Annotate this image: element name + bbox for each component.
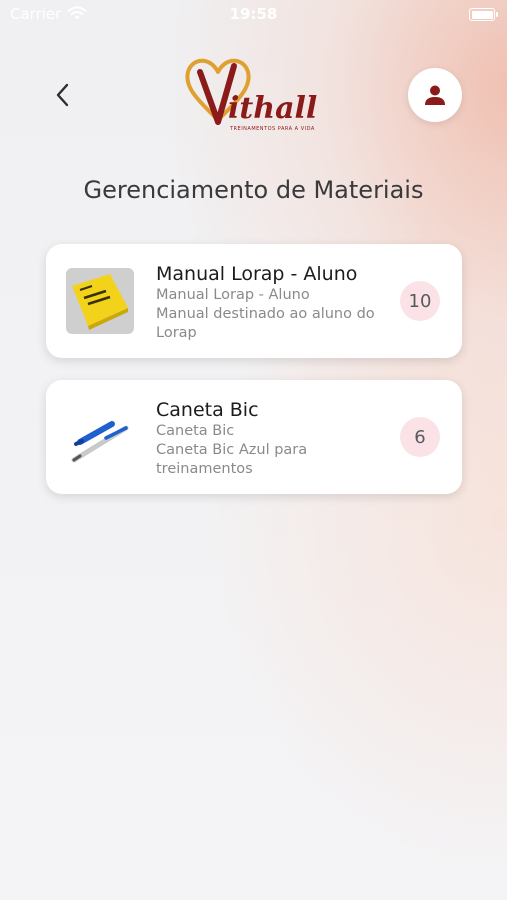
material-subtitle: Manual Lorap - Aluno <box>156 287 310 303</box>
chevron-left-icon <box>56 83 69 107</box>
quantity-badge: 10 <box>400 281 440 321</box>
yellow-book-icon <box>66 268 134 334</box>
svg-text:ithall: ithall <box>228 91 317 126</box>
svg-text:TREINAMENTOS PARA A VIDA: TREINAMENTOS PARA A VIDA <box>229 126 315 132</box>
material-card[interactable]: Caneta Bic Caneta Bic Caneta Bic Azul pa… <box>46 380 462 494</box>
material-name: Manual Lorap - Aluno <box>156 263 358 285</box>
quantity-badge: 6 <box>400 417 440 457</box>
back-button[interactable] <box>46 78 80 112</box>
profile-button[interactable] <box>408 68 462 122</box>
material-description: Caneta Bic Azul para treinamentos <box>156 442 308 477</box>
blue-pen-icon <box>66 404 134 470</box>
battery-icon <box>469 8 498 21</box>
status-time: 19:58 <box>229 5 278 23</box>
material-name: Caneta Bic <box>156 399 259 421</box>
material-subtitle: Caneta Bic <box>156 423 235 439</box>
material-description: Manual destinado ao aluno do Lorap <box>156 306 375 341</box>
status-bar: Carrier 19:58 <box>0 0 507 30</box>
vithall-logo: ithall TREINAMENTOS PARA A VIDA <box>178 52 328 138</box>
material-card[interactable]: Manual Lorap - Aluno Manual Lorap - Alun… <box>46 244 462 358</box>
user-icon <box>425 85 445 105</box>
page-title: Gerenciamento de Materiais <box>83 176 424 204</box>
